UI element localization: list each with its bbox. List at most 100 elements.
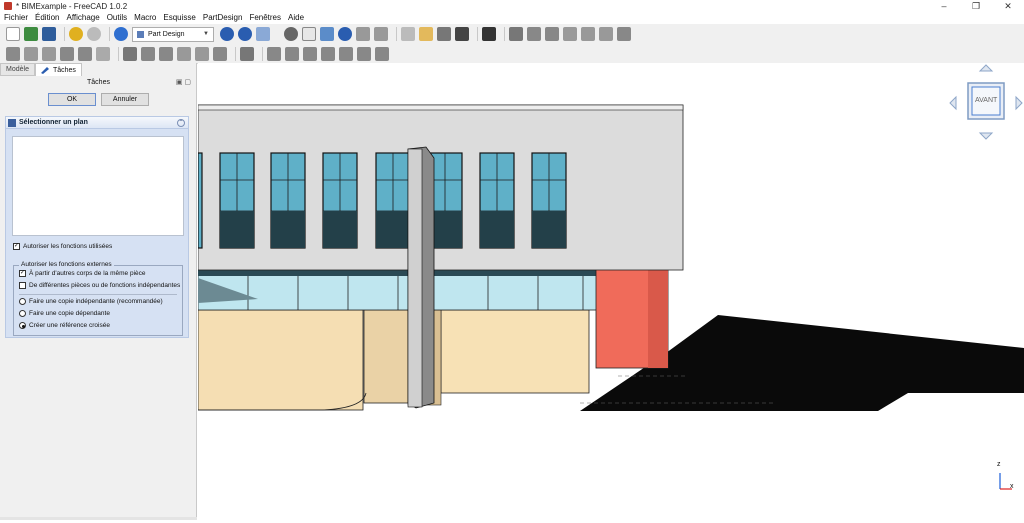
fillet-icon[interactable] (267, 46, 281, 61)
tab-taches[interactable]: Tâches (34, 63, 82, 76)
loft-icon[interactable] (42, 46, 56, 61)
navigation-cube[interactable]: AVANT (948, 63, 1024, 146)
copy-independent-row[interactable]: Faire une copie indépendante (recommandé… (19, 298, 163, 305)
group-divider (19, 294, 177, 295)
title-bar: * BIMExample - FreeCAD 1.0.2 – ❐ ✕ (0, 0, 1024, 12)
toolbar-separator (118, 46, 119, 61)
boolean-icon[interactable] (240, 46, 254, 61)
zoom-fit-all-icon[interactable] (220, 27, 234, 41)
zoom-fit-selection-icon[interactable] (238, 27, 252, 41)
same-part-checkbox[interactable]: ✓ (19, 270, 26, 277)
workbench-selected-label: Part Design (148, 30, 185, 38)
menu-aide[interactable]: Aide (288, 12, 304, 24)
menu-edition[interactable]: Édition (35, 12, 59, 24)
additive-primitive-icon[interactable] (96, 46, 110, 61)
subtractive-pipe-icon[interactable] (195, 46, 209, 61)
toolbar-separator (396, 27, 397, 41)
draw-style-icon[interactable] (284, 27, 298, 41)
hole-icon[interactable] (141, 46, 155, 61)
new-document-icon[interactable] (6, 27, 20, 41)
cross-reference-row[interactable]: Créer une référence croisée (19, 322, 110, 329)
pocket-icon[interactable] (123, 46, 137, 61)
save-icon[interactable] (42, 27, 56, 41)
part-icon[interactable] (401, 27, 415, 41)
close-button[interactable]: ✕ (992, 0, 1024, 12)
float-panel-icon[interactable]: ▣ ▢ (176, 77, 191, 89)
clone-icon[interactable] (617, 27, 631, 41)
copy-dependent-radio[interactable] (19, 310, 26, 317)
refresh-icon[interactable] (114, 27, 128, 41)
allow-used-label: Autoriser les fonctions utilisées (23, 243, 113, 250)
collapse-icon[interactable]: ⌃ (177, 119, 185, 127)
allow-used-row[interactable]: ✓ Autoriser les fonctions utilisées (13, 243, 112, 250)
datum-point-icon[interactable] (545, 27, 559, 41)
whats-this-icon[interactable] (482, 27, 496, 41)
menu-affichage[interactable]: Affichage (66, 12, 99, 24)
draft-icon[interactable] (303, 46, 317, 61)
thickness-icon[interactable] (321, 46, 335, 61)
menu-outils[interactable]: Outils (107, 12, 127, 24)
chamfer-icon[interactable] (285, 46, 299, 61)
ok-button[interactable]: OK (48, 93, 96, 106)
subtractive-loft-icon[interactable] (177, 46, 191, 61)
menu-macro[interactable]: Macro (134, 12, 156, 24)
cross-reference-radio[interactable] (19, 322, 26, 329)
plane-list[interactable] (12, 136, 184, 236)
maximize-button[interactable]: ❐ (960, 0, 992, 12)
dialog-buttons: OK Annuler (0, 93, 197, 106)
external-features-group: Autoriser les fonctions externes ✓ À par… (13, 261, 183, 336)
copy-independent-radio[interactable] (19, 298, 26, 305)
datum-plane-icon[interactable] (581, 27, 595, 41)
mirrored-icon[interactable] (339, 46, 353, 61)
sketch-icon[interactable] (527, 27, 541, 41)
freecad-logo-icon (4, 2, 12, 10)
navcube-face-label: AVANT (975, 97, 998, 104)
link-icon[interactable] (437, 27, 451, 41)
menu-partdesign[interactable]: PartDesign (203, 12, 243, 24)
shape-binder-icon[interactable] (599, 27, 613, 41)
combo-tabs: Modèle Tâches (0, 63, 82, 76)
3d-viewport[interactable]: AVANT z x (197, 63, 1024, 520)
main-toolbar: Part Design ▼ (0, 24, 1024, 44)
other-parts-row[interactable]: De différentes pièces ou de fonctions in… (19, 282, 180, 289)
copy-independent-label: Faire une copie indépendante (recommandé… (29, 298, 163, 305)
copy-dependent-row[interactable]: Faire une copie dépendante (19, 310, 110, 317)
menu-fichier[interactable]: Fichier (4, 12, 28, 24)
bounding-box-icon[interactable] (302, 27, 316, 41)
workbench-selector[interactable]: Part Design ▼ (132, 26, 214, 42)
view-isometric-icon[interactable] (256, 27, 270, 41)
window-title: * BIMExample - FreeCAD 1.0.2 (16, 1, 128, 11)
cancel-button[interactable]: Annuler (101, 93, 149, 106)
toolbar-separator (235, 46, 236, 61)
helix-icon[interactable] (78, 46, 92, 61)
pipe-icon[interactable] (60, 46, 74, 61)
macro-icon[interactable] (455, 27, 469, 41)
menu-esquisse[interactable]: Esquisse (163, 12, 195, 24)
copy-dependent-label: Faire une copie dépendante (29, 310, 110, 317)
tasks-icon (40, 66, 49, 74)
subtractive-primitive-icon[interactable] (213, 46, 227, 61)
tab-modele[interactable]: Modèle (0, 63, 35, 76)
pad-icon[interactable] (6, 46, 20, 61)
same-part-row[interactable]: ✓ À partir d'autres corps de la même piè… (19, 270, 146, 277)
group-icon[interactable] (419, 27, 433, 41)
other-parts-checkbox[interactable] (19, 282, 26, 289)
open-document-icon[interactable] (24, 27, 38, 41)
allow-used-checkbox[interactable]: ✓ (13, 243, 20, 250)
body-icon[interactable] (509, 27, 523, 41)
redo-icon[interactable] (87, 27, 101, 41)
view-front-icon[interactable] (320, 27, 334, 41)
linear-pattern-icon[interactable] (357, 46, 371, 61)
menu-fenetres[interactable]: Fenêtres (249, 12, 281, 24)
groove-icon[interactable] (159, 46, 173, 61)
minimize-button[interactable]: – (928, 0, 960, 12)
polar-pattern-icon[interactable] (375, 46, 389, 61)
measure-icon[interactable] (338, 27, 352, 41)
undo-icon[interactable] (69, 27, 83, 41)
clipping-icon[interactable] (374, 27, 388, 41)
datum-line-icon[interactable] (563, 27, 577, 41)
revolution-icon[interactable] (24, 46, 38, 61)
menu-bar: Fichier Édition Affichage Outils Macro E… (0, 12, 1024, 24)
chevron-down-icon[interactable] (274, 27, 280, 41)
section-icon[interactable] (356, 27, 370, 41)
